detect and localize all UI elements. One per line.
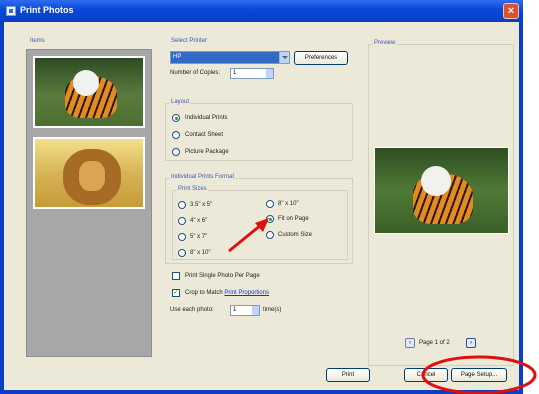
spinner-arrows-icon[interactable]	[266, 69, 273, 78]
print-button[interactable]: Print	[326, 368, 370, 382]
use-each-label: Use each photo:	[170, 307, 214, 313]
close-button[interactable]: ×	[503, 3, 519, 19]
copies-label: Number of Copies:	[170, 70, 221, 76]
size-option-4[interactable]: 8" x 10"	[190, 250, 211, 256]
lion-image-face	[79, 161, 105, 191]
layout-option-package[interactable]: Picture Package	[185, 149, 229, 155]
title-bar[interactable]: Print Photos ×	[0, 0, 523, 22]
print-format-label: Individual Prints Format	[170, 174, 236, 180]
size-option-2[interactable]: 4" x 6"	[190, 218, 207, 224]
copies-value: 1	[233, 70, 237, 76]
layout-label: Layout	[170, 99, 191, 105]
size-option-fit-on-page[interactable]: Fit on Page	[278, 216, 309, 222]
preferences-button[interactable]: Preferences	[294, 51, 348, 65]
times-label: time(s)	[263, 307, 282, 313]
radio-size-8x10[interactable]	[266, 200, 274, 208]
lion-thumbnail[interactable]	[33, 137, 145, 209]
use-each-stepper[interactable]: 1	[230, 305, 260, 316]
page-indicator: Page 1 of 2	[419, 340, 450, 346]
layout-option-individual[interactable]: Individual Prints	[185, 115, 227, 121]
preview-label: Preview	[373, 40, 397, 46]
size-option-3[interactable]: 5" x 7"	[190, 234, 207, 240]
crop-text: Crop to Match	[185, 290, 223, 296]
spinner-arrows-icon[interactable]	[252, 306, 259, 315]
select-printer-label: Select Printer	[170, 38, 209, 44]
print-proportions-link[interactable]: Print Proportions	[224, 290, 269, 296]
tiger-image-face	[73, 70, 99, 96]
size-option-custom[interactable]: Custom Size	[278, 232, 312, 238]
crop-label: Crop to Match Print Proportions	[185, 290, 269, 296]
previous-page-button[interactable]: ‹	[405, 338, 415, 348]
size-option-8x10[interactable]: 8" x 10"	[278, 201, 299, 207]
size-option-1[interactable]: 3.5" x 5"	[190, 202, 212, 208]
items-panel[interactable]	[26, 49, 152, 357]
print-sizes-label: Print Sizes	[177, 186, 208, 192]
radio-size-4[interactable]	[178, 249, 186, 257]
tiger-thumbnail[interactable]	[33, 56, 145, 128]
layout-option-contact[interactable]: Contact Sheet	[185, 132, 223, 138]
preview-image	[374, 147, 509, 234]
chevron-down-icon[interactable]	[279, 52, 289, 63]
preview-tiger-face	[421, 166, 451, 196]
app-icon	[6, 6, 16, 16]
printer-select-value: HP	[171, 52, 279, 63]
radio-size-3[interactable]	[178, 233, 186, 241]
single-photo-label[interactable]: Print Single Photo Per Page	[185, 273, 260, 279]
use-each-value: 1	[233, 307, 237, 313]
crop-checkbox[interactable]	[172, 288, 180, 297]
printer-select[interactable]: HP	[170, 51, 290, 64]
radio-individual-prints[interactable]	[172, 114, 180, 122]
window-title: Print Photos	[20, 5, 74, 15]
print-photos-window: Print Photos × Items Select Printer HP P…	[0, 0, 537, 394]
copies-stepper[interactable]: 1	[230, 68, 274, 79]
radio-size-1[interactable]	[178, 201, 186, 209]
annotation-arrow-icon	[228, 218, 269, 253]
next-page-button[interactable]: ›	[466, 338, 476, 348]
radio-contact-sheet[interactable]	[172, 131, 180, 139]
radio-picture-package[interactable]	[172, 148, 180, 156]
items-label: Items	[30, 38, 45, 44]
radio-size-2[interactable]	[178, 217, 186, 225]
annotation-ellipse-icon	[421, 355, 537, 394]
single-photo-checkbox[interactable]	[172, 272, 180, 280]
